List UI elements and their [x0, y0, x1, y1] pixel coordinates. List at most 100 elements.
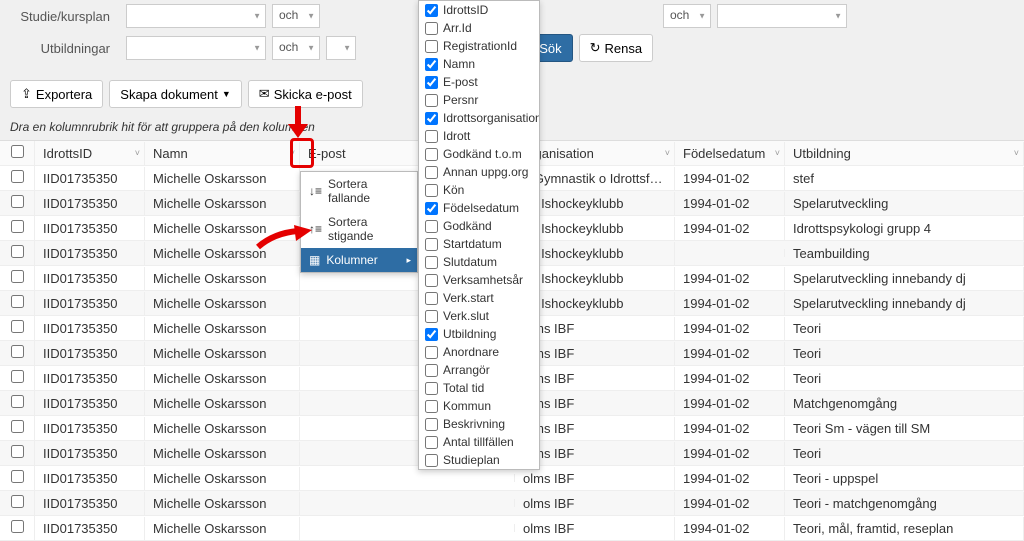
row-checkbox[interactable]: [11, 445, 24, 458]
row-checkbox[interactable]: [11, 345, 24, 358]
table-row[interactable]: IID01735350Michelle Oskarssonolms IBF199…: [0, 491, 1024, 516]
cell-idrottsid: IID01735350: [35, 267, 145, 290]
column-toggle-item[interactable]: Studieplan: [419, 451, 539, 469]
column-toggle-checkbox[interactable]: [425, 148, 438, 161]
header-utbildning[interactable]: Utbildning˅: [785, 142, 1024, 165]
chevron-down-icon[interactable]: ˅: [775, 148, 780, 158]
column-toggle-checkbox[interactable]: [425, 22, 438, 35]
column-toggle-item[interactable]: Beskrivning: [419, 415, 539, 433]
header-fodelsedatum[interactable]: Födelsedatum˅: [675, 142, 785, 165]
column-toggle-item[interactable]: Persnr: [419, 91, 539, 109]
row-checkbox[interactable]: [11, 420, 24, 433]
send-email-button[interactable]: ✉Skicka e-post: [248, 80, 363, 108]
column-toggle-checkbox[interactable]: [425, 130, 438, 143]
column-toggle-checkbox[interactable]: [425, 4, 438, 17]
column-toggle-checkbox[interactable]: [425, 436, 438, 449]
select-logic-3[interactable]: och: [272, 36, 320, 60]
row-checkbox[interactable]: [11, 170, 24, 183]
column-toggle-item[interactable]: Kommun: [419, 397, 539, 415]
cell-fodelsedatum: 1994-01-02: [675, 192, 785, 215]
column-toggle-checkbox[interactable]: [425, 328, 438, 341]
column-toggle-checkbox[interactable]: [425, 220, 438, 233]
header-idrottsid[interactable]: IdrottsID˅: [35, 142, 145, 165]
reset-button[interactable]: ↻Rensa: [579, 34, 653, 62]
chevron-down-icon[interactable]: ˅: [665, 148, 670, 158]
column-toggle-checkbox[interactable]: [425, 346, 438, 359]
header-namn[interactable]: Namn˅: [145, 142, 300, 165]
column-toggle-item[interactable]: Verk.slut: [419, 307, 539, 325]
column-toggle-checkbox[interactable]: [425, 382, 438, 395]
row-checkbox[interactable]: [11, 295, 24, 308]
column-toggle-checkbox[interactable]: [425, 166, 438, 179]
column-toggle-item[interactable]: Annan uppg.org: [419, 163, 539, 181]
column-toggle-checkbox[interactable]: [425, 292, 438, 305]
chevron-down-icon[interactable]: ˅: [290, 148, 295, 158]
row-checkbox[interactable]: [11, 270, 24, 283]
column-toggle-item[interactable]: Utbildning: [419, 325, 539, 343]
column-toggle-item[interactable]: IdrottsID: [419, 1, 539, 19]
table-row[interactable]: IID01735350Michelle Oskarssonolms IBF199…: [0, 516, 1024, 541]
select-utbildningar-2[interactable]: [326, 36, 356, 60]
column-toggle-item[interactable]: RegistrationId: [419, 37, 539, 55]
row-checkbox[interactable]: [11, 220, 24, 233]
select-studiekursplan-3[interactable]: [717, 4, 847, 28]
column-toggle-item[interactable]: Födelsedatum: [419, 199, 539, 217]
chevron-down-icon[interactable]: ˅: [1014, 148, 1019, 158]
column-toggle-checkbox[interactable]: [425, 364, 438, 377]
column-toggle-item[interactable]: Verk.start: [419, 289, 539, 307]
column-toggle-item[interactable]: Namn: [419, 55, 539, 73]
columns-submenu-item[interactable]: ▦Kolumner▸: [301, 248, 417, 272]
row-checkbox[interactable]: [11, 245, 24, 258]
column-toggle-item[interactable]: Godkänd: [419, 217, 539, 235]
row-checkbox[interactable]: [11, 320, 24, 333]
export-button[interactable]: ⇪Exportera: [10, 80, 103, 108]
sort-asc-item[interactable]: ↑≡Sortera stigande: [301, 210, 417, 248]
row-checkbox[interactable]: [11, 470, 24, 483]
column-toggle-checkbox[interactable]: [425, 202, 438, 215]
column-toggle-checkbox[interactable]: [425, 76, 438, 89]
column-toggle-label: Verk.start: [443, 291, 494, 305]
column-toggle-item[interactable]: Startdatum: [419, 235, 539, 253]
row-checkbox[interactable]: [11, 395, 24, 408]
row-checkbox[interactable]: [11, 195, 24, 208]
select-studiekursplan-1[interactable]: [126, 4, 266, 28]
envelope-icon: ✉: [259, 86, 270, 102]
cell-namn: Michelle Oskarsson: [145, 192, 300, 215]
column-toggle-checkbox[interactable]: [425, 418, 438, 431]
column-toggle-item[interactable]: Idrott: [419, 127, 539, 145]
column-toggle-checkbox[interactable]: [425, 58, 438, 71]
column-toggle-item[interactable]: Godkänd t.o.m: [419, 145, 539, 163]
column-toggle-item[interactable]: Antal tillfällen: [419, 433, 539, 451]
select-all-checkbox[interactable]: [11, 145, 24, 158]
select-logic-1[interactable]: och: [272, 4, 320, 28]
column-toggle-item[interactable]: Anordnare: [419, 343, 539, 361]
create-document-button[interactable]: Skapa dokument ▼: [109, 80, 242, 108]
row-checkbox[interactable]: [11, 495, 24, 508]
column-toggle-item[interactable]: Arr.Id: [419, 19, 539, 37]
column-toggle-item[interactable]: Total tid: [419, 379, 539, 397]
column-toggle-item[interactable]: Idrottsorganisation: [419, 109, 539, 127]
column-toggle-checkbox[interactable]: [425, 310, 438, 323]
sort-desc-item[interactable]: ↓≡Sortera fallande: [301, 172, 417, 210]
column-toggle-checkbox[interactable]: [425, 238, 438, 251]
column-toggle-checkbox[interactable]: [425, 274, 438, 287]
column-toggle-checkbox[interactable]: [425, 454, 438, 467]
column-toggle-checkbox[interactable]: [425, 400, 438, 413]
column-toggle-label: Godkänd: [443, 219, 492, 233]
chevron-down-icon[interactable]: ˅: [135, 148, 140, 158]
row-checkbox[interactable]: [11, 370, 24, 383]
cell-namn: Michelle Oskarsson: [145, 167, 300, 190]
column-toggle-checkbox[interactable]: [425, 94, 438, 107]
column-toggle-checkbox[interactable]: [425, 256, 438, 269]
row-checkbox[interactable]: [11, 520, 24, 533]
column-toggle-item[interactable]: Slutdatum: [419, 253, 539, 271]
column-toggle-checkbox[interactable]: [425, 40, 438, 53]
column-toggle-checkbox[interactable]: [425, 112, 438, 125]
select-logic-2[interactable]: och: [663, 4, 711, 28]
column-toggle-item[interactable]: Kön: [419, 181, 539, 199]
column-toggle-item[interactable]: Verksamhetsår: [419, 271, 539, 289]
column-toggle-checkbox[interactable]: [425, 184, 438, 197]
column-toggle-item[interactable]: E-post: [419, 73, 539, 91]
select-utbildningar-1[interactable]: [126, 36, 266, 60]
column-toggle-item[interactable]: Arrangör: [419, 361, 539, 379]
